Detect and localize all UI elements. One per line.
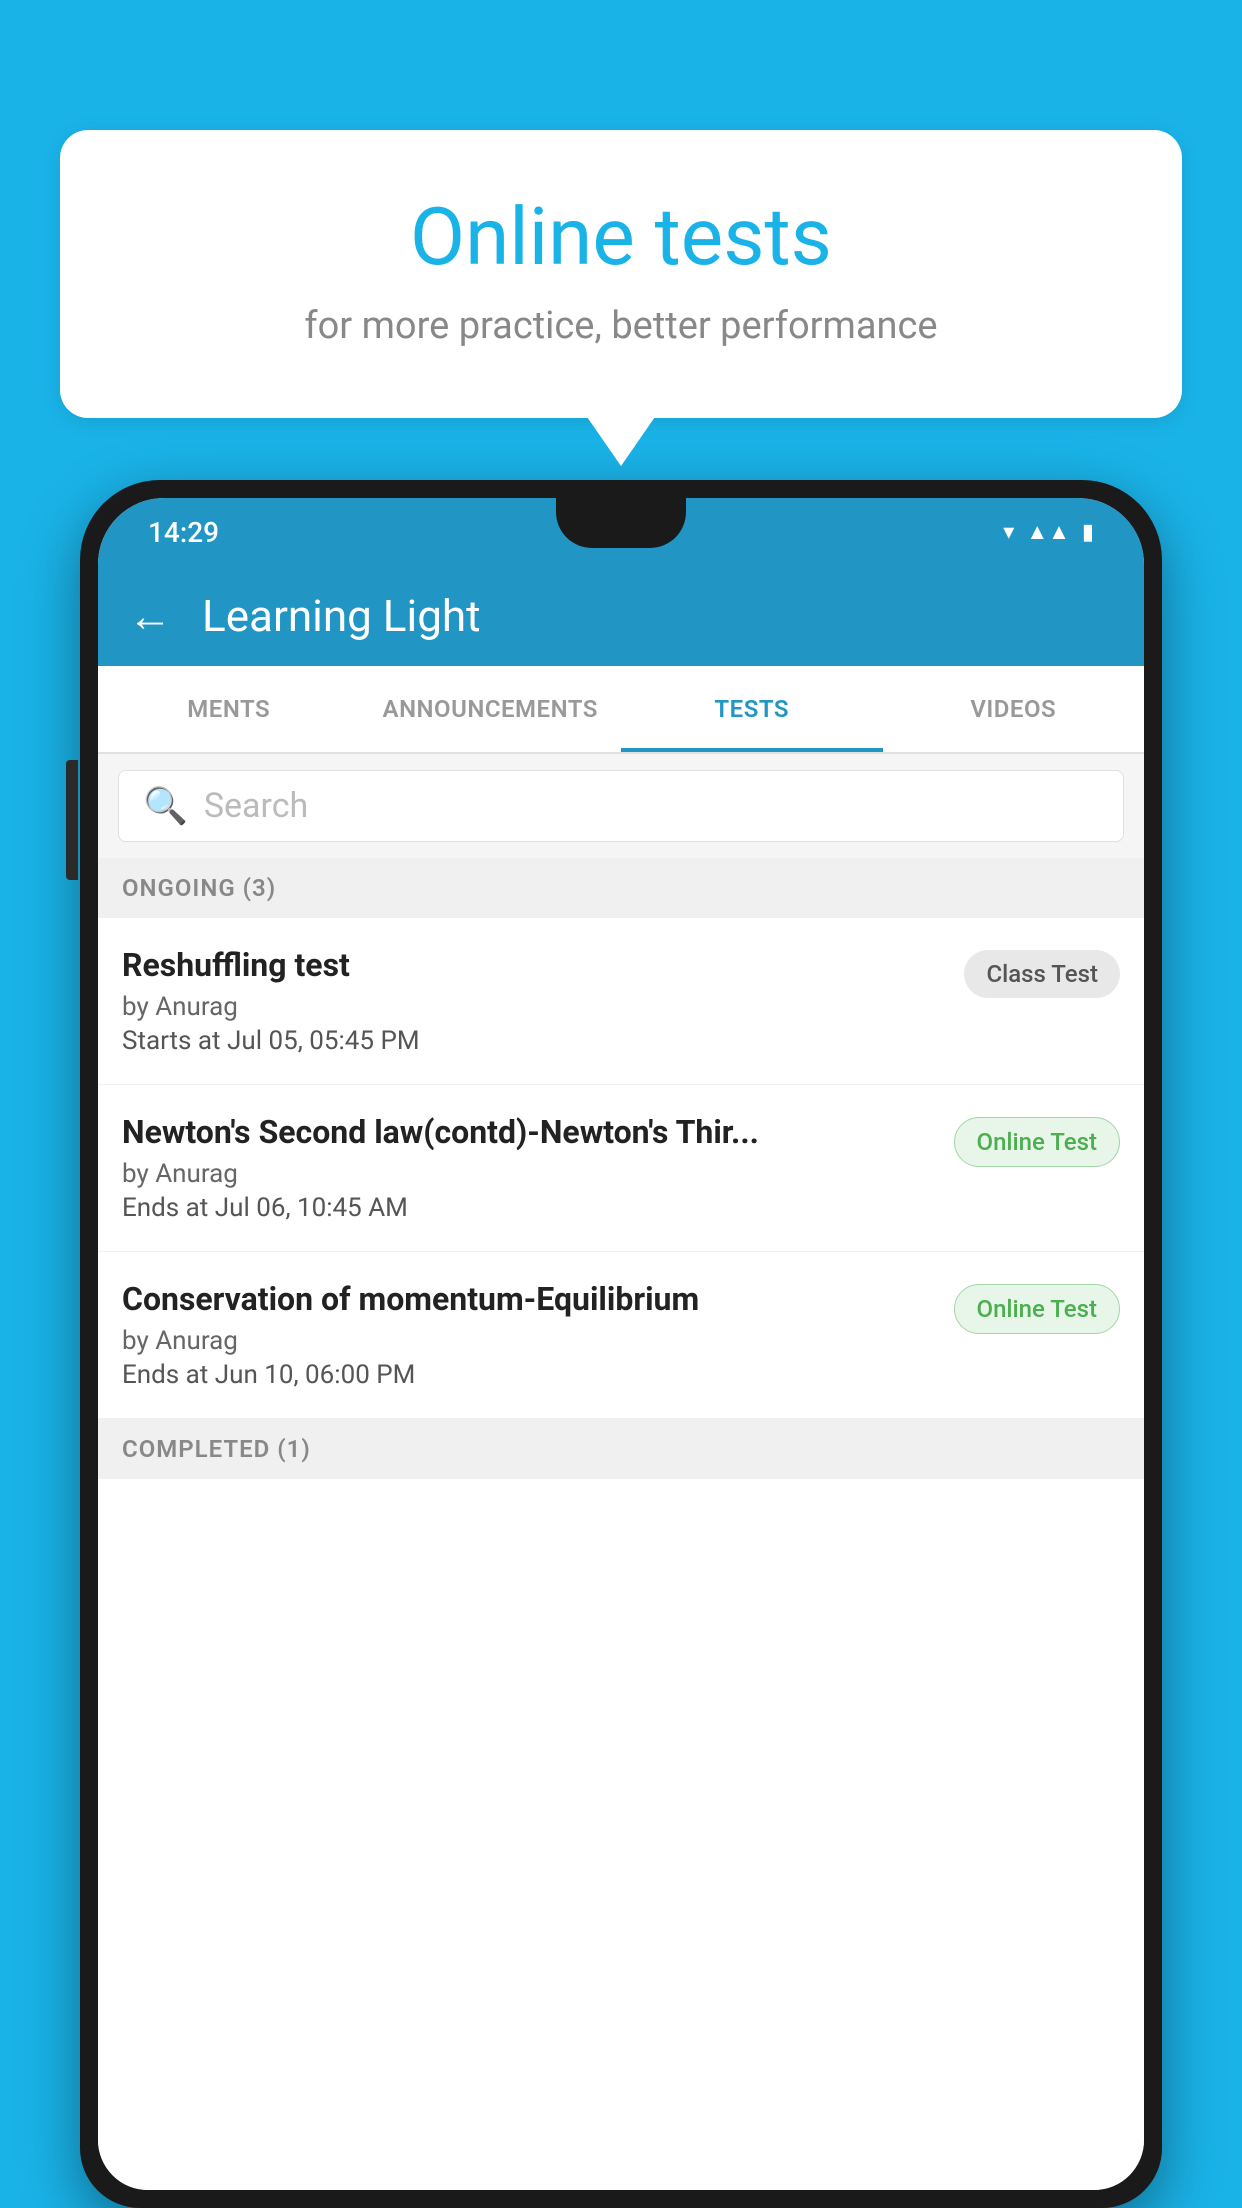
signal-icon: ▲▲ — [1026, 519, 1070, 545]
search-placeholder: Search — [204, 786, 308, 826]
test-list: Reshuffling test by Anurag Starts at Jul… — [98, 918, 1144, 2190]
speech-bubble-container: Online tests for more practice, better p… — [60, 130, 1182, 418]
search-container: 🔍 Search — [98, 754, 1144, 858]
test-author-2: by Anurag — [122, 1159, 938, 1189]
phone-container: 14:29 ▾ ▲▲ ▮ ← Learning Light MENTS ANNO… — [80, 480, 1162, 2208]
app-title: Learning Light — [202, 590, 481, 642]
wifi-icon: ▾ — [1003, 520, 1014, 545]
tab-ments[interactable]: MENTS — [98, 666, 360, 752]
status-time: 14:29 — [148, 516, 219, 549]
bubble-title: Online tests — [140, 190, 1102, 284]
tab-videos[interactable]: VIDEOS — [883, 666, 1145, 752]
back-button[interactable]: ← — [128, 590, 172, 642]
speech-bubble: Online tests for more practice, better p… — [60, 130, 1182, 418]
test-time-3: Ends at Jun 10, 06:00 PM — [122, 1360, 938, 1390]
test-info-1: Reshuffling test by Anurag Starts at Jul… — [122, 946, 948, 1056]
test-name-2: Newton's Second law(contd)-Newton's Thir… — [122, 1113, 938, 1151]
badge-online-test-2: Online Test — [954, 1117, 1120, 1167]
status-icons: ▾ ▲▲ ▮ — [1003, 519, 1094, 545]
bubble-subtitle: for more practice, better performance — [140, 304, 1102, 348]
test-author-3: by Anurag — [122, 1326, 938, 1356]
test-time-1: Starts at Jul 05, 05:45 PM — [122, 1026, 948, 1056]
badge-online-test-3: Online Test — [954, 1284, 1120, 1334]
test-info-2: Newton's Second law(contd)-Newton's Thir… — [122, 1113, 938, 1223]
phone-screen: 14:29 ▾ ▲▲ ▮ ← Learning Light MENTS ANNO… — [98, 498, 1144, 2190]
test-author-1: by Anurag — [122, 992, 948, 1022]
ongoing-section-header: ONGOING (3) — [98, 858, 1144, 918]
test-info-3: Conservation of momentum-Equilibrium by … — [122, 1280, 938, 1390]
completed-section-header: COMPLETED (1) — [98, 1419, 1144, 1479]
tab-announcements[interactable]: ANNOUNCEMENTS — [360, 666, 622, 752]
test-time-2: Ends at Jul 06, 10:45 AM — [122, 1193, 938, 1223]
test-item-3[interactable]: Conservation of momentum-Equilibrium by … — [98, 1252, 1144, 1419]
tab-tests[interactable]: TESTS — [621, 666, 883, 752]
test-name-1: Reshuffling test — [122, 946, 948, 984]
phone-frame: 14:29 ▾ ▲▲ ▮ ← Learning Light MENTS ANNO… — [80, 480, 1162, 2208]
app-bar: ← Learning Light — [98, 566, 1144, 666]
badge-class-test-1: Class Test — [964, 950, 1120, 998]
search-icon: 🔍 — [143, 785, 188, 827]
test-item-2[interactable]: Newton's Second law(contd)-Newton's Thir… — [98, 1085, 1144, 1252]
test-name-3: Conservation of momentum-Equilibrium — [122, 1280, 938, 1318]
test-item-1[interactable]: Reshuffling test by Anurag Starts at Jul… — [98, 918, 1144, 1085]
search-bar[interactable]: 🔍 Search — [118, 770, 1124, 842]
battery-icon: ▮ — [1082, 520, 1094, 545]
tabs-container: MENTS ANNOUNCEMENTS TESTS VIDEOS — [98, 666, 1144, 754]
status-bar: 14:29 ▾ ▲▲ ▮ — [98, 498, 1144, 566]
